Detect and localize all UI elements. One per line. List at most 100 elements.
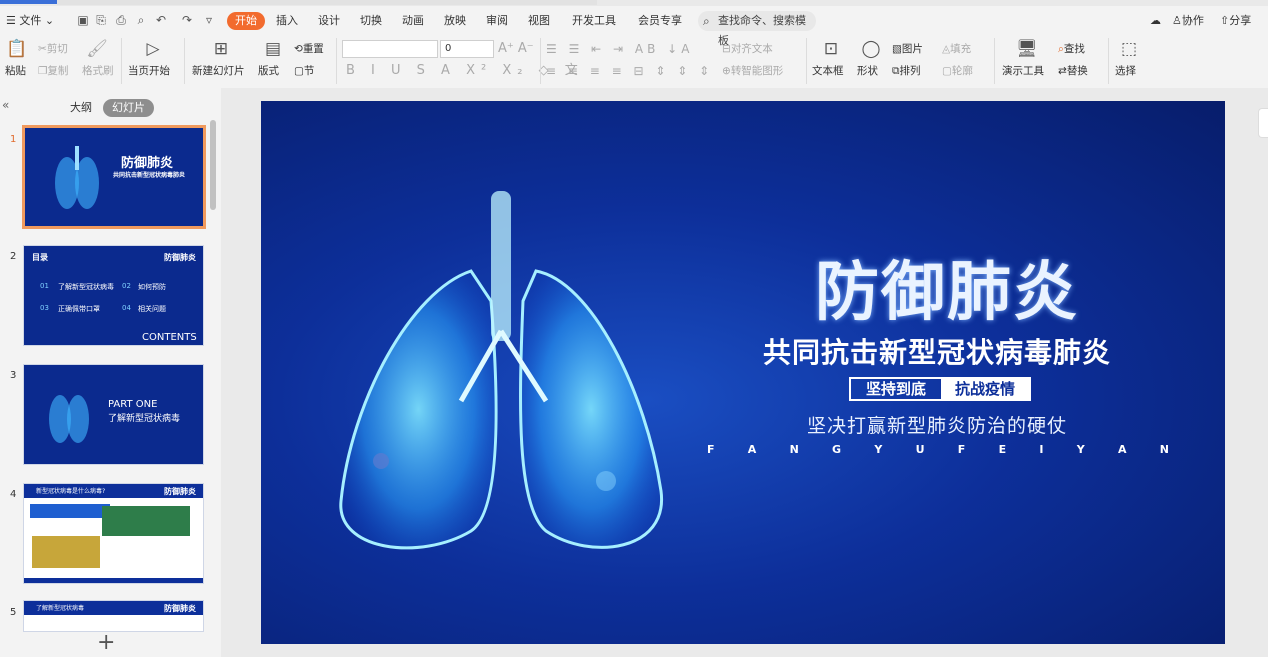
list-icons[interactable]: ☰ ☰ ⇤ ⇥ AB ↓A xyxy=(546,42,693,56)
user-icon: ♙ xyxy=(1172,14,1182,27)
reset-label: 重置 xyxy=(302,43,324,55)
slide-description: 坚决打赢新型肺炎防治的硬仗 xyxy=(806,415,1067,437)
export-icon[interactable]: ⎘ xyxy=(94,13,108,27)
cloud-sync-icon[interactable]: ☁ xyxy=(1150,8,1161,34)
tab-outline[interactable]: 大纲 xyxy=(70,100,92,116)
collab-button[interactable]: ♙协作 xyxy=(1172,8,1204,34)
tag-right: 抗战疫情 xyxy=(941,379,1029,399)
ribbon-divider xyxy=(994,38,995,84)
tab-insert[interactable]: 插入 xyxy=(276,8,298,34)
print-icon[interactable]: ⎙ xyxy=(114,13,128,27)
tag-left: 坚持到底 xyxy=(865,380,926,398)
shape-icon[interactable]: ◯ xyxy=(858,38,884,60)
slide-number: 5 xyxy=(10,607,17,618)
share-button[interactable]: ⇧分享 xyxy=(1220,8,1251,34)
play-icon[interactable]: ▷ xyxy=(140,38,166,60)
slide-thumbnail-4[interactable]: 新型冠状病毒是什么病毒? 防御肺炎 xyxy=(23,483,204,584)
slide-tag-box: 坚持到底 抗战疫情 xyxy=(849,377,1031,401)
select-button[interactable]: 选择 xyxy=(1115,64,1136,78)
replace-button[interactable]: ⇄替换 xyxy=(1058,64,1088,78)
menu-bar: ☰ 文件 ⌄ ▣ ⎘ ⎙ ⌕ ↶ ↷ ▿ 开始 插入 设计 切换 动画 放映 审… xyxy=(0,8,1268,47)
fill-button[interactable]: ◬填充 xyxy=(942,42,971,56)
share-label: 分享 xyxy=(1229,14,1252,27)
paste-icon[interactable]: 📋 xyxy=(4,38,30,60)
ribbon-divider xyxy=(540,38,541,84)
copy-button[interactable]: ❐复制 xyxy=(38,64,68,78)
font-grow-icon[interactable]: A⁺ A⁻ xyxy=(498,42,534,56)
reset-button[interactable]: ⟲重置 xyxy=(294,42,324,56)
share-icon: ⇧ xyxy=(1220,14,1230,27)
layout-icon[interactable]: ▤ xyxy=(260,38,286,60)
picture-button[interactable]: ▧图片 xyxy=(892,42,923,56)
thumb3-title: 了解新型冠状病毒 xyxy=(108,414,181,424)
copy-icon: ❐ xyxy=(38,65,48,77)
section-label: 节 xyxy=(303,65,315,77)
current-slide[interactable]: 防御肺炎 共同抗击新型冠状病毒肺炎 坚持到底 抗战疫情 坚决打赢新型肺炎防治的硬… xyxy=(261,101,1225,644)
tab-member[interactable]: 会员专享 xyxy=(638,8,682,34)
tab-transition[interactable]: 切换 xyxy=(360,8,382,34)
arrange-button[interactable]: ⧉排列 xyxy=(892,64,921,78)
thumb2-item: 了解新型冠状病毒 xyxy=(58,283,114,291)
thumb1-subtitle: 共同抗击新型冠状病毒肺炎 xyxy=(113,172,186,179)
panel-scrollbar[interactable] xyxy=(210,120,216,210)
collab-label: 协作 xyxy=(1181,14,1204,27)
present-tools-icon[interactable]: 🖥 xyxy=(1014,38,1040,60)
save-icon[interactable]: ▣ xyxy=(76,13,90,27)
layout-button[interactable]: 版式 xyxy=(258,64,279,78)
side-toolbar-handle[interactable] xyxy=(1258,108,1268,138)
thumb5-head: 了解新型冠状病毒 xyxy=(36,605,85,612)
tab-review[interactable]: 审阅 xyxy=(486,8,508,34)
thumb4-virus-image xyxy=(32,536,100,568)
present-tools-button[interactable]: 演示工具 xyxy=(1002,64,1044,78)
new-slide-icon[interactable]: ⊞ xyxy=(208,38,234,60)
thumb2-head: 目录 xyxy=(32,253,48,262)
thumb4-brand: 防御肺炎 xyxy=(164,487,196,496)
thumb3-part: PART ONE xyxy=(108,399,158,410)
slide-thumbnail-2[interactable]: 目录 防御肺炎 01 了解新型冠状病毒 02 如何预防 03 正确佩带口罩 04… xyxy=(23,245,204,346)
pinyin-letter: A xyxy=(747,443,757,456)
align-icons[interactable]: ≡ ≡ ≡ ≡ ⊟ ⇕ ⇕ ⇕ xyxy=(546,64,713,78)
slide-number: 1 xyxy=(10,134,17,145)
undo-icon[interactable]: ↶ xyxy=(154,13,168,27)
slide-thumbnail-1[interactable]: 防御肺炎 共同抗击新型冠状病毒肺炎 xyxy=(22,125,206,229)
slide-thumbnail-3[interactable]: PART ONE 了解新型冠状病毒 xyxy=(23,364,204,465)
ribbon-divider xyxy=(1108,38,1109,84)
add-slide-icon[interactable]: + xyxy=(97,632,115,654)
from-current-button[interactable]: 当页开始 xyxy=(128,64,170,78)
cut-button[interactable]: ✂剪切 xyxy=(38,42,68,56)
new-slide-button[interactable]: 新建幻灯片 xyxy=(192,64,245,78)
file-menu[interactable]: ☰ 文件 ⌄ xyxy=(6,8,54,34)
textbox-button[interactable]: 文本框 xyxy=(812,64,844,78)
replace-icon: ⇄ xyxy=(1058,65,1067,77)
print-preview-icon[interactable]: ⌕ xyxy=(134,13,148,27)
tab-slideshow[interactable]: 放映 xyxy=(444,8,466,34)
tab-slides[interactable]: 幻灯片 xyxy=(103,99,154,117)
tab-animation[interactable]: 动画 xyxy=(402,8,424,34)
customize-icon[interactable]: ▿ xyxy=(202,13,216,27)
slide-thumbnail-5[interactable]: 了解新型冠状病毒 防御肺炎 xyxy=(23,600,204,632)
thumb2-num: 02 xyxy=(122,282,131,290)
redo-icon[interactable]: ↷ xyxy=(180,13,194,27)
ribbon: 📋 粘贴 ✂剪切 ❐复制 🖌 格式刷 ▷ 当页开始 ⊞ 新建幻灯片 ▤ 版式 ⟲… xyxy=(0,34,1268,88)
tab-developer[interactable]: 开发工具 xyxy=(572,8,616,34)
format-painter-button[interactable]: 格式刷 xyxy=(82,64,114,78)
paste-button[interactable]: 粘贴 xyxy=(5,64,26,78)
format-painter-icon[interactable]: 🖌 xyxy=(84,38,110,60)
tab-home[interactable]: 开始 xyxy=(227,12,265,30)
section-button[interactable]: ▢节 xyxy=(294,64,314,78)
tab-view[interactable]: 视图 xyxy=(528,8,550,34)
select-icon[interactable]: ⬚ xyxy=(1116,38,1142,60)
collapse-panel-icon[interactable]: « xyxy=(2,98,9,112)
smart-art-button[interactable]: ⊕转智能图形 xyxy=(722,64,783,78)
outline-button[interactable]: ▢轮廓 xyxy=(942,64,973,78)
align-text-button[interactable]: ⊟对齐文本 xyxy=(722,42,773,56)
textbox-icon[interactable]: ⊡ xyxy=(818,38,844,60)
pinyin-letter: N xyxy=(1159,443,1169,456)
font-name-select[interactable] xyxy=(342,40,438,58)
tab-design[interactable]: 设计 xyxy=(318,8,340,34)
shape-button[interactable]: 形状 xyxy=(857,64,878,78)
find-button[interactable]: ⌕查找 xyxy=(1058,42,1085,56)
command-search[interactable]: ⌕ 查找命令、搜索模板 xyxy=(698,11,816,47)
font-size-select[interactable]: 0 xyxy=(440,40,494,58)
thumb4-footer-bar xyxy=(24,578,203,583)
